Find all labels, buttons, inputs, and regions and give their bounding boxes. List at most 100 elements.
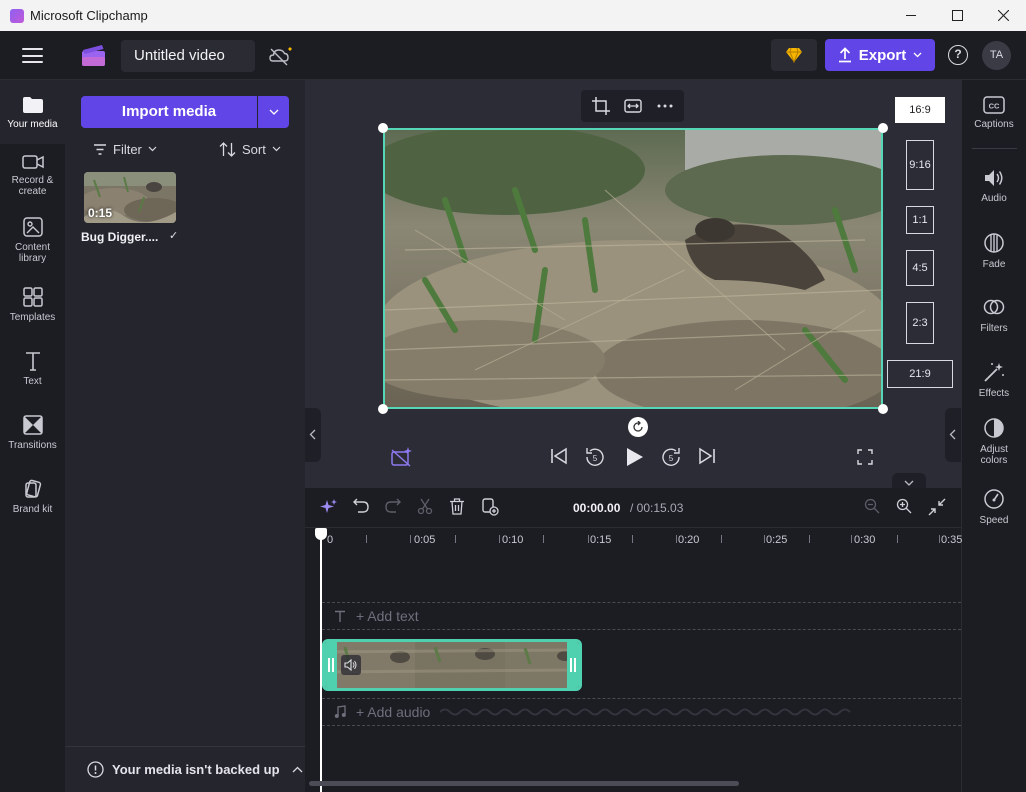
import-media-dropdown[interactable] — [258, 96, 289, 128]
audio-button[interactable]: Audio — [962, 168, 1026, 204]
adjust-colors-button[interactable]: Adjust colors — [962, 417, 1026, 466]
maximize-button[interactable] — [934, 0, 980, 31]
zoom-out-icon[interactable] — [864, 498, 880, 514]
redo-icon[interactable] — [385, 498, 401, 514]
filter-button[interactable]: Filter — [93, 138, 157, 160]
minimize-icon — [905, 15, 916, 16]
playhead[interactable] — [320, 536, 322, 792]
import-media-button[interactable]: Import media — [81, 96, 257, 128]
export-button[interactable]: Export — [825, 39, 935, 71]
aspect-ratio-1-1[interactable]: 1:1 — [906, 206, 934, 234]
fade-icon — [984, 233, 1004, 253]
svg-text:CC: CC — [989, 102, 1000, 111]
clipchamp-app-icon — [10, 8, 24, 23]
sidebar-item-your-media[interactable]: Your media — [0, 80, 65, 144]
aspect-ratio-21-9[interactable]: 21:9 — [887, 360, 953, 388]
resize-handle-top-right[interactable] — [878, 123, 888, 133]
project-title-input[interactable]: Untitled video — [121, 40, 255, 72]
add-audio-label: + Add audio — [356, 704, 431, 720]
duplicate-icon[interactable] — [481, 498, 499, 516]
captions-button[interactable]: CC Captions — [962, 96, 1026, 130]
more-options-icon[interactable] — [655, 96, 675, 116]
collapse-left-panel-button[interactable] — [305, 408, 321, 462]
left-sidebar: Your media Record & create Content libra… — [0, 80, 65, 792]
filters-button[interactable]: Filters — [962, 296, 1026, 334]
sort-button[interactable]: Sort — [219, 138, 281, 160]
speed-icon — [984, 489, 1004, 509]
chevron-down-icon — [272, 146, 281, 152]
ai-sparkle-icon[interactable] — [320, 498, 338, 516]
ruler-label: 0:25 — [766, 534, 788, 546]
premium-button[interactable] — [771, 39, 817, 71]
clip-mute-button[interactable] — [341, 655, 361, 675]
minimize-button[interactable] — [888, 0, 934, 31]
skip-to-end-icon[interactable] — [698, 446, 716, 466]
aspect-ratio-4-5[interactable]: 4:5 — [906, 250, 934, 286]
timeline-toolbar: 00:00.00 / 00:15.03 — [305, 488, 961, 528]
clip-trim-end-handle[interactable] — [567, 642, 579, 688]
audio-track[interactable]: + Add audio — [322, 698, 961, 726]
rotate-handle[interactable] — [628, 417, 648, 437]
ruler-label: 0:30 — [854, 534, 876, 546]
sidebar-item-transitions[interactable]: Transitions — [0, 415, 65, 451]
aspect-ratio-9-16[interactable]: 9:16 — [906, 140, 934, 190]
fullscreen-icon[interactable] — [857, 449, 873, 465]
cloud-sync-off-button[interactable] — [268, 44, 294, 68]
skip-to-start-icon[interactable] — [550, 446, 568, 466]
clip-trim-start-handle[interactable] — [325, 642, 337, 688]
maximize-icon — [951, 10, 963, 21]
collapse-right-panel-button[interactable] — [945, 408, 961, 462]
zoom-in-icon[interactable] — [896, 498, 912, 514]
video-clip[interactable] — [322, 639, 582, 691]
ai-camera-icon[interactable] — [390, 446, 412, 468]
music-note-icon — [334, 705, 346, 718]
effects-button[interactable]: Effects — [962, 361, 1026, 399]
chevron-down-icon — [148, 146, 157, 152]
scissors-icon[interactable] — [417, 498, 433, 514]
ruler-label: 0:10 — [502, 534, 524, 546]
aspect-ratio-2-3[interactable]: 2:3 — [906, 302, 934, 344]
fade-button[interactable]: Fade — [962, 232, 1026, 270]
delete-icon[interactable] — [449, 498, 465, 515]
sidebar-item-brand-kit[interactable]: Brand kit — [0, 479, 65, 515]
timeline-scrollbar[interactable] — [309, 781, 739, 786]
right-properties-panel: CC Captions Audio Fade Filters Effects A… — [961, 80, 1026, 792]
sidebar-item-templates[interactable]: Templates — [0, 287, 65, 323]
sidebar-item-content-library[interactable]: Content library — [0, 217, 65, 264]
resize-handle-bottom-right[interactable] — [878, 404, 888, 414]
menu-button[interactable] — [22, 48, 43, 63]
close-window-button[interactable] — [980, 0, 1026, 31]
undo-icon[interactable] — [353, 498, 369, 514]
speed-button[interactable]: Speed — [962, 488, 1026, 526]
aspect-ratio-16-9[interactable]: 16:9 — [895, 97, 945, 123]
folder-icon — [22, 97, 43, 113]
play-icon[interactable] — [623, 446, 645, 468]
rewind-5-icon[interactable]: 5 — [584, 446, 606, 468]
camera-icon — [21, 155, 44, 169]
chevron-down-icon — [269, 109, 278, 115]
collapse-timeline-button[interactable] — [892, 473, 926, 488]
timeline-ruler[interactable]: 0 0:05 0:10 0:15 0:20 0:25 0:30 0:35 — [305, 528, 962, 552]
chevron-left-icon — [949, 429, 956, 440]
chevron-left-icon — [309, 429, 316, 440]
resize-handle-top-left[interactable] — [378, 123, 388, 133]
text-track[interactable]: + Add text — [322, 602, 961, 630]
avatar[interactable]: TA — [982, 41, 1011, 70]
clip-filmstrip-image — [325, 642, 579, 688]
export-label: Export — [858, 46, 907, 64]
fit-timeline-icon[interactable] — [928, 498, 946, 516]
resize-handle-bottom-left[interactable] — [378, 404, 388, 414]
effects-icon — [984, 363, 1004, 382]
upload-icon — [838, 47, 851, 63]
crop-icon[interactable] — [591, 96, 611, 116]
backup-message: Your media isn't backed up — [112, 762, 280, 777]
clipchamp-logo-icon — [82, 45, 105, 66]
fit-icon[interactable] — [623, 96, 643, 116]
backup-notice[interactable]: Your media isn't backed up — [65, 746, 305, 792]
video-canvas[interactable] — [383, 128, 883, 409]
panel-divider — [972, 148, 1017, 149]
forward-5-icon[interactable]: 5 — [660, 446, 682, 468]
sidebar-item-text[interactable]: Text — [0, 351, 65, 387]
help-button[interactable]: ? — [948, 45, 968, 65]
sidebar-item-record-create[interactable]: Record & create — [0, 154, 65, 197]
